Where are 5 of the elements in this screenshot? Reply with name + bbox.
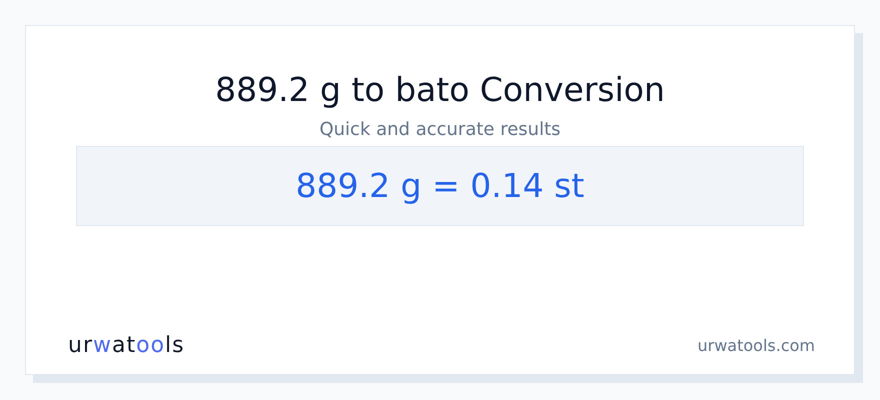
conversion-result: 889.2 g = 0.14 st	[296, 165, 584, 208]
logo: urwatools	[68, 332, 185, 360]
page-title: 889.2 g to bato Conversion	[215, 70, 665, 110]
site-link[interactable]: urwatools.com	[698, 334, 815, 358]
subtitle: Quick and accurate results	[319, 118, 561, 142]
